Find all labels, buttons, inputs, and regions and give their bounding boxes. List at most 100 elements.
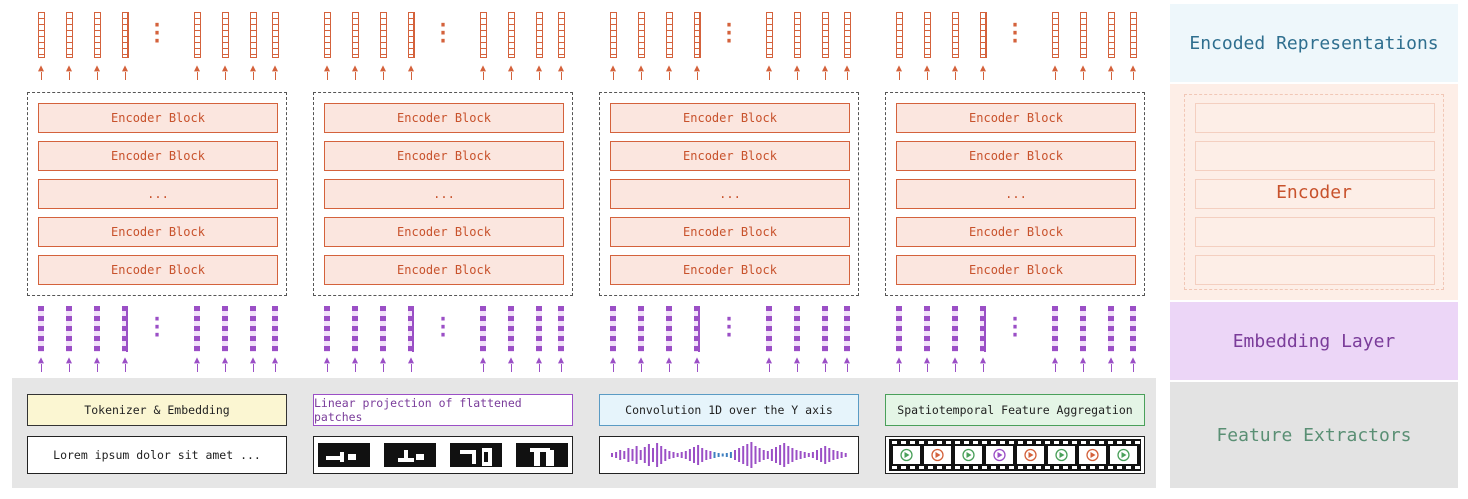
waveform-bar bbox=[836, 451, 839, 459]
waveform-bar bbox=[647, 444, 650, 466]
film-sprocket bbox=[910, 466, 915, 469]
waveform-bar bbox=[615, 452, 618, 458]
encoder-block-label: Encoder Block bbox=[397, 111, 491, 125]
film-sprocket bbox=[1009, 466, 1014, 469]
feature-extractor-box: Convolution 1D over the Y axis bbox=[599, 394, 859, 426]
token-vector bbox=[38, 306, 44, 352]
arrow-up-icon: ▲ bbox=[121, 356, 129, 372]
waveform-bar bbox=[832, 450, 835, 460]
token-vector bbox=[480, 306, 486, 352]
token-vector bbox=[272, 306, 278, 352]
arrow-up-icon: ▲ bbox=[821, 64, 829, 80]
encoder-block-label: Encoder Block bbox=[683, 149, 777, 163]
token-vector bbox=[844, 12, 851, 58]
feature-extractor-label: Spatiotemporal Feature Aggregation bbox=[897, 403, 1133, 417]
film-sprocket bbox=[1135, 466, 1140, 469]
waveform-bar bbox=[799, 451, 802, 459]
arrow-up-icon: ▲ bbox=[271, 64, 279, 80]
token-vector bbox=[324, 12, 331, 58]
film-sprocket bbox=[1018, 466, 1023, 469]
waveform-bar bbox=[754, 446, 757, 464]
waveform-bar bbox=[631, 449, 634, 461]
token-vector bbox=[194, 12, 201, 58]
arrow-up-icon: ▲ bbox=[93, 64, 101, 80]
film-sprocket bbox=[1054, 441, 1059, 444]
encoder-block: Encoder Block bbox=[38, 103, 278, 133]
waveform-bar bbox=[734, 450, 736, 460]
encoder-stack: Encoder Block Encoder Block... Encoder Blo… bbox=[599, 92, 859, 296]
encoder-block-label: Encoder Block bbox=[397, 149, 491, 163]
token-vector bbox=[980, 12, 987, 58]
arrow-up-icon: ▲ bbox=[121, 64, 129, 80]
film-sprocket bbox=[892, 441, 897, 444]
encoded-tokens-row: ▲ ▲ ▲ ▲ ▲ ▲ ▲ ▲ · · · bbox=[599, 10, 859, 82]
film-sprocket bbox=[928, 441, 933, 444]
arrow-up-icon: ▲ bbox=[765, 356, 773, 372]
waveform-bar bbox=[701, 448, 704, 462]
waveform-bar bbox=[742, 446, 745, 464]
feature-extractor-label: Tokenizer & Embedding bbox=[84, 403, 230, 417]
arrow-up-icon: ▲ bbox=[249, 64, 257, 80]
arrow-up-icon: ▲ bbox=[557, 64, 565, 80]
legend-embedding-label: Embedding Layer bbox=[1232, 330, 1396, 352]
film-sprocket bbox=[928, 466, 933, 469]
waveform-bar bbox=[725, 453, 728, 457]
waveform-bar bbox=[738, 448, 741, 462]
arrow-up-icon: ▲ bbox=[323, 356, 331, 372]
arrow-up-icon: ▲ bbox=[351, 64, 359, 80]
token-vector bbox=[66, 12, 73, 58]
token-vector bbox=[1108, 306, 1114, 352]
film-sprocket bbox=[1018, 441, 1023, 444]
film-sprocket bbox=[955, 441, 960, 444]
encoder-block-label: ... bbox=[1005, 187, 1027, 201]
film-sprocket bbox=[964, 441, 969, 444]
arrow-up-icon: ▲ bbox=[65, 64, 73, 80]
encoder-block: Encoder Block bbox=[610, 141, 850, 171]
legend-encoded-label: Encoded Representations bbox=[1189, 32, 1439, 54]
encoder-block: Encoder Block bbox=[38, 217, 278, 247]
token-vector bbox=[536, 306, 542, 352]
token-vector bbox=[1052, 306, 1058, 352]
waveform-bar bbox=[623, 451, 626, 459]
waveform-graphic bbox=[611, 442, 847, 468]
waveform-bar bbox=[828, 448, 831, 462]
ellipsis-dots-icon: · · · bbox=[1009, 307, 1022, 347]
input-text: Lorem ipsum dolor sit amet ... bbox=[53, 448, 261, 462]
film-sprocket bbox=[1027, 441, 1032, 444]
arrow-up-icon: ▲ bbox=[65, 356, 73, 372]
token-vector bbox=[952, 12, 959, 58]
token-vector bbox=[94, 12, 101, 58]
arrow-up-icon: ▲ bbox=[793, 64, 801, 80]
token-vector bbox=[222, 12, 229, 58]
waveform-bar bbox=[729, 452, 732, 458]
token-vector bbox=[222, 306, 228, 352]
waveform-bar bbox=[820, 448, 823, 462]
waveform-bar bbox=[705, 450, 708, 460]
film-sprocket bbox=[1045, 441, 1050, 444]
encoder-block: Encoder Block bbox=[896, 103, 1136, 133]
encoder-stack: Encoder Block Encoder Block... Encoder Blo… bbox=[313, 92, 573, 296]
feature-extractor-box: Spatiotemporal Feature Aggregation bbox=[885, 394, 1145, 426]
token-vector bbox=[324, 306, 330, 352]
waveform-bar bbox=[795, 450, 798, 460]
film-sprocket bbox=[1126, 441, 1131, 444]
arrow-up-icon: ▲ bbox=[665, 64, 673, 80]
token-vector bbox=[408, 12, 415, 58]
legend-encoder: Encoder bbox=[1170, 84, 1458, 300]
arrow-up-icon: ▲ bbox=[379, 64, 387, 80]
feature-extractor-box: Tokenizer & Embedding bbox=[27, 394, 287, 426]
token-vector bbox=[896, 12, 903, 58]
waveform-bar bbox=[652, 448, 654, 462]
arrow-up-icon: ▲ bbox=[323, 64, 331, 80]
token-vector bbox=[1130, 12, 1137, 58]
legend-ghost-block bbox=[1195, 103, 1435, 133]
waveform-bar bbox=[635, 446, 638, 464]
legend-encoded: Encoded Representations bbox=[1170, 4, 1458, 82]
token-vector bbox=[66, 306, 72, 352]
encoder-block: Encoder Block bbox=[610, 217, 850, 247]
column-image: ▲ ▲ ▲ ▲ ▲ ▲ ▲ ▲ · · · Encoder Block Encoder Block..… bbox=[313, 0, 573, 499]
token-vector bbox=[352, 306, 358, 352]
waveform-bar bbox=[775, 447, 777, 463]
encoder-block: Encoder Block bbox=[38, 141, 278, 171]
token-vector bbox=[122, 12, 129, 58]
